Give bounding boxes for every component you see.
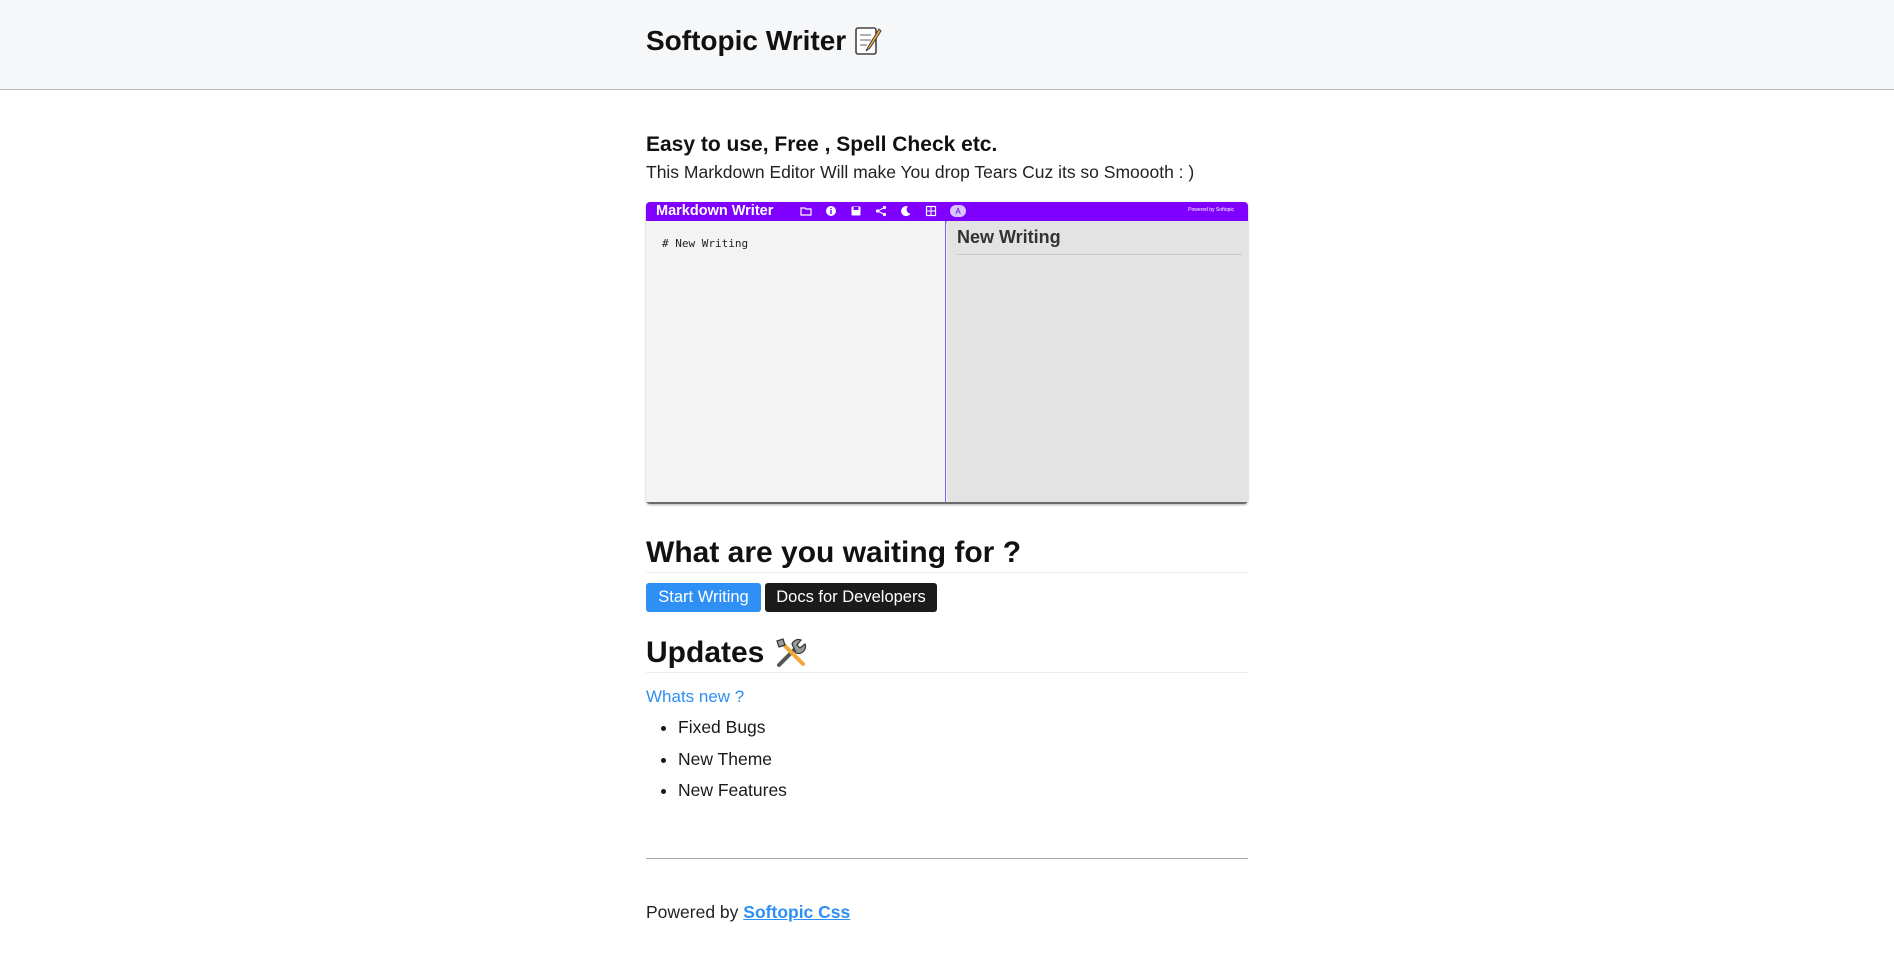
preview-render-pane: New Writing xyxy=(947,221,1248,504)
footer: Powered by Softopic Css xyxy=(646,902,850,923)
updates-heading: Updates xyxy=(646,636,1248,673)
softopic-css-link[interactable]: Softopic Css xyxy=(743,902,850,922)
site-title: Softopic Writer xyxy=(646,25,882,57)
start-writing-button[interactable]: Start Writing xyxy=(646,583,761,612)
preview-brand: Markdown Writer xyxy=(656,203,774,219)
preview-editor-text: # New Writing xyxy=(662,237,749,250)
whats-new-link[interactable]: Whats new ? xyxy=(646,687,744,707)
grid-icon xyxy=(925,205,937,217)
preview-bottom-border xyxy=(646,502,1248,504)
preview-editor-pane: # New Writing xyxy=(646,221,946,504)
list-item: New Features xyxy=(678,779,787,811)
memo-icon xyxy=(854,25,882,57)
description: This Markdown Editor Will make You drop … xyxy=(646,162,1195,182)
preview-toolbar: Markdown Writer A Powered by Softopic xyxy=(646,202,1248,221)
footer-divider xyxy=(646,858,1248,859)
save-icon xyxy=(850,205,862,217)
editor-preview-image: Markdown Writer A Powered by Softopic # … xyxy=(646,202,1248,504)
tagline: Easy to use, Free , Spell Check etc. xyxy=(646,133,998,156)
updates-list: Fixed Bugs New Theme New Features xyxy=(678,716,787,811)
preview-powered: Powered by Softopic xyxy=(1188,207,1234,213)
updates-heading-text: Updates xyxy=(646,636,765,669)
folder-icon xyxy=(800,205,812,217)
list-item: New Theme xyxy=(678,748,787,780)
spellcheck-icon: A xyxy=(950,205,966,217)
footer-prefix: Powered by xyxy=(646,902,739,922)
share-icon xyxy=(875,205,887,217)
list-item: Fixed Bugs xyxy=(678,716,787,748)
moon-icon xyxy=(900,205,912,217)
preview-rendered-heading: New Writing xyxy=(957,227,1242,255)
docs-button[interactable]: Docs for Developers xyxy=(765,583,937,612)
tools-icon xyxy=(774,636,808,670)
preview-toolbar-icons: A xyxy=(800,205,966,217)
svg-text:A: A xyxy=(955,207,961,216)
site-title-text: Softopic Writer xyxy=(646,25,847,56)
top-header: Softopic Writer xyxy=(0,0,1894,90)
cta-heading: What are you waiting for ? xyxy=(646,536,1248,573)
info-icon xyxy=(825,205,837,217)
